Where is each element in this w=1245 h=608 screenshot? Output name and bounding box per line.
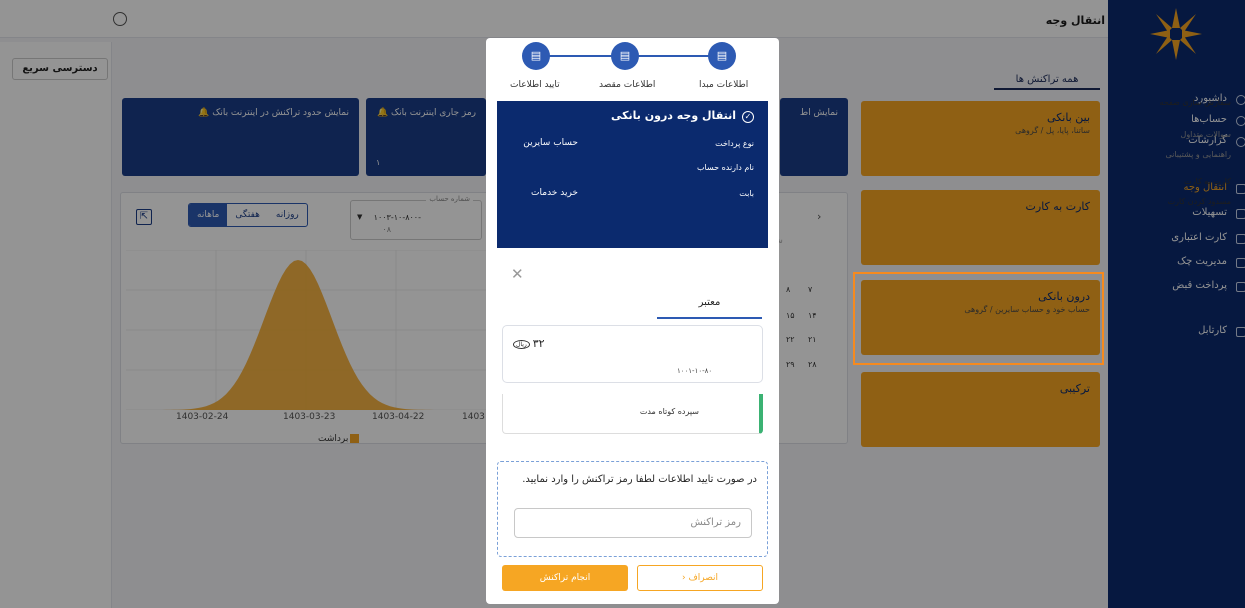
step-source-icon: ▤ (708, 42, 736, 70)
focus-highlight (853, 272, 1104, 365)
step-destination-icon: ▤ (611, 42, 639, 70)
summary-key: نوع پرداخت (715, 139, 754, 148)
password-section: در صورت تایید اطلاعات لطفا رمز تراکنش را… (497, 461, 768, 557)
summary-value: خرید خدمات (531, 188, 578, 198)
password-placeholder: رمز تراکنش (690, 517, 742, 528)
password-prompt: در صورت تایید اطلاعات لطفا رمز تراکنش را… (522, 474, 757, 485)
check-icon: ✓ (742, 111, 754, 123)
tab-valid[interactable]: معتبر (657, 297, 762, 319)
account-option[interactable] (502, 325, 763, 383)
chevron-right-icon: › (681, 573, 686, 583)
step-source-label: اطلاعات مبدا (699, 80, 749, 90)
summary-value: حساب سایرین (523, 138, 578, 148)
summary-title: ✓انتقال وجه درون بانکی (611, 109, 754, 123)
account-number: ۱۰۰۱-۱۰-۸۰ (677, 367, 713, 375)
submit-transaction-button[interactable]: انجام تراکنش (502, 565, 628, 591)
summary-key: بابت (739, 189, 754, 198)
close-icon[interactable]: ✕ (511, 265, 524, 283)
summary-key: نام دارنده حساب (696, 163, 754, 172)
step-confirm-label: تایید اطلاعات (510, 80, 560, 90)
step-confirm-icon: ▤ (522, 42, 550, 70)
cancel-button[interactable]: › انصراف (637, 565, 763, 591)
account-balance: ریال ۳۲ (513, 337, 545, 350)
deposit-type: سپرده کوتاه مدت (639, 407, 699, 416)
currency-badge: ریال (513, 339, 530, 349)
transaction-password-input[interactable]: رمز تراکنش (514, 508, 752, 538)
step-destination-label: اطلاعات مقصد (599, 80, 656, 90)
